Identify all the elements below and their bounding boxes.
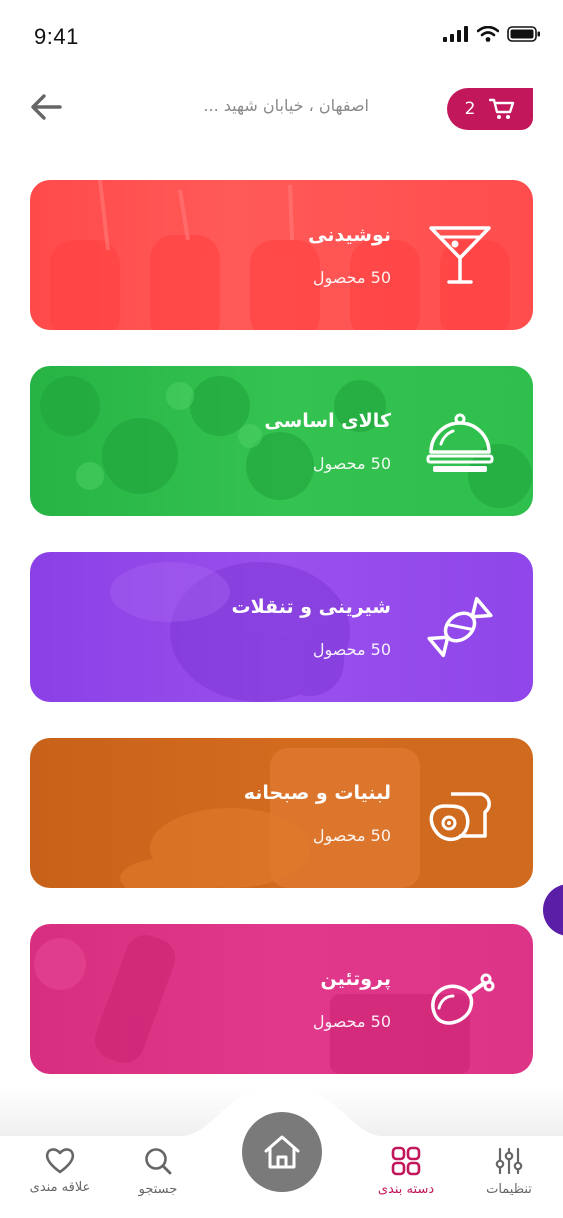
heart-icon [45, 1148, 75, 1174]
signal-icon [443, 26, 468, 42]
category-count: 50 محصول [312, 1012, 391, 1031]
category-count: 50 محصول [312, 826, 391, 845]
cocktail-icon [429, 226, 491, 284]
category-title: کالای اساسی [264, 410, 391, 432]
cart-button[interactable]: 2 [447, 88, 533, 130]
category-count: 50 محصول [312, 268, 391, 287]
breakfast-icon [429, 792, 491, 842]
category-card-protein[interactable]: پروتئین 50 محصول [30, 924, 533, 1074]
category-card-drinks[interactable]: نوشیدنی 50 محصول [30, 180, 533, 330]
nav-label: علاقه مندی [29, 1180, 91, 1195]
battery-icon [507, 26, 540, 42]
sliders-icon [495, 1147, 523, 1175]
back-button[interactable] [28, 92, 64, 122]
candy-icon [427, 596, 493, 658]
status-time: 9:41 [34, 24, 79, 49]
category-card-groceries[interactable]: کالای اساسی 50 محصول [30, 366, 533, 516]
category-count: 50 محصول [312, 640, 391, 659]
cart-count-badge: 2 [464, 99, 476, 119]
chicken-leg-icon [431, 973, 495, 1025]
category-title: شیرینی و تنقلات [231, 596, 392, 618]
category-card-dairy[interactable]: لبنیات و صبحانه 50 محصول [30, 738, 533, 888]
arrow-left-icon [31, 94, 62, 120]
category-title: لبنیات و صبحانه [243, 782, 391, 804]
category-title: نوشیدنی [308, 224, 391, 246]
status-icons [443, 26, 541, 42]
nav-item-search[interactable]: جستجو [113, 1146, 203, 1197]
category-card-sweets[interactable]: شیرینی و تنقلات 50 محصول [30, 552, 533, 702]
nav-label: دسته بندی [377, 1182, 435, 1197]
nav-item-categories[interactable]: دسته بندی [361, 1146, 451, 1197]
search-icon [145, 1148, 172, 1175]
category-count: 50 محصول [312, 454, 391, 473]
delivery-address[interactable]: اصفهان ، خیابان شهید ... [203, 96, 369, 115]
category-title: پروتئین [320, 968, 391, 990]
home-icon [264, 1135, 300, 1169]
nav-label: تنظیمات [486, 1182, 532, 1197]
home-button[interactable] [242, 1112, 322, 1192]
wifi-icon [477, 26, 499, 42]
nav-item-settings[interactable]: تنظیمات [464, 1146, 554, 1197]
header: اصفهان ، خیابان شهید ... 2 [0, 80, 563, 136]
cart-icon [489, 98, 515, 119]
nav-item-favorites[interactable]: علاقه مندی [15, 1146, 105, 1195]
cloche-icon [426, 413, 494, 472]
status-bar: 9:41 [0, 0, 563, 70]
bottom-navigation: تنظیمات دسته بندی جستجو علاقه مندی [0, 1086, 563, 1218]
grid-icon [391, 1146, 421, 1176]
side-drawer-tab[interactable] [543, 884, 563, 936]
nav-label: جستجو [138, 1182, 178, 1197]
